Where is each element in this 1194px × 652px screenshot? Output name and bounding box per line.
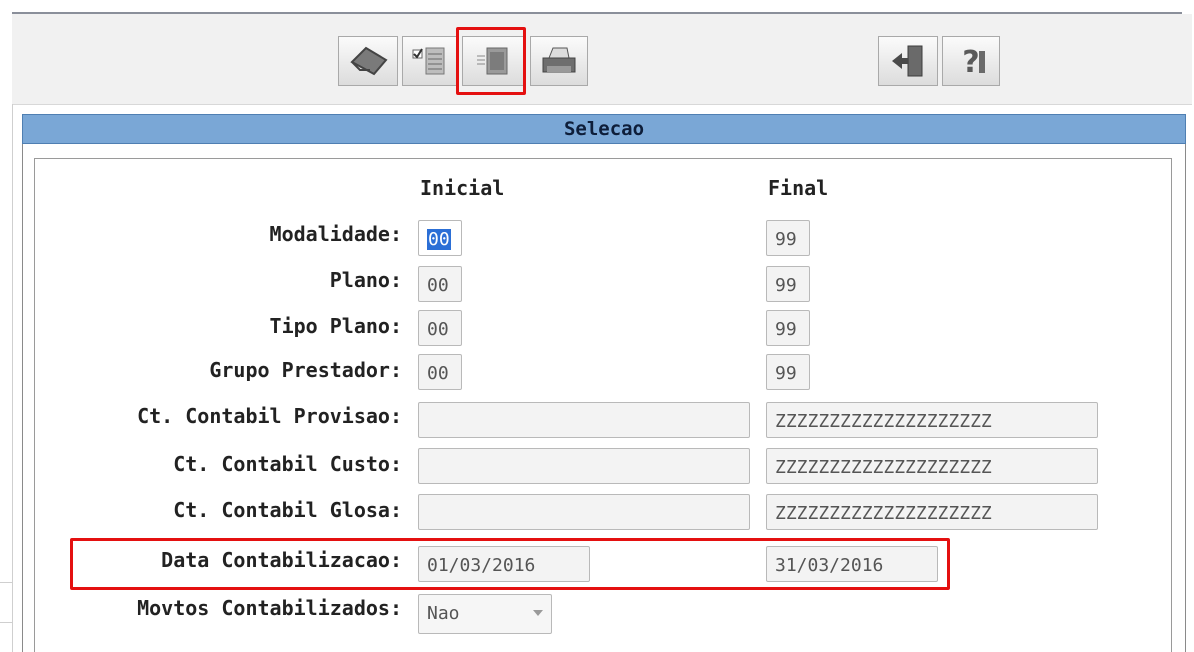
movtos-contabilizados-select[interactable]: Nao [418, 594, 552, 634]
chevron-down-icon [533, 610, 543, 616]
plano-final-input[interactable]: 99 [766, 266, 810, 302]
label-plano: Plano: [329, 268, 402, 292]
label-tipo-plano: Tipo Plano: [269, 314, 402, 338]
modalidade-initial-value: 00 [427, 229, 451, 250]
label-grupo-prestador: Grupo Prestador: [209, 358, 402, 382]
date-row-highlight-box [70, 538, 950, 590]
ct-contabil-custo-initial-input[interactable] [418, 448, 750, 484]
help-question-icon: ? [962, 45, 985, 79]
plano-initial-input[interactable]: 00 [418, 266, 462, 302]
ct-contabil-provisao-final-input[interactable]: ZZZZZZZZZZZZZZZZZZZZ [766, 402, 1098, 438]
print-button[interactable] [530, 36, 588, 86]
label-ct-contabil-custo: Ct. Contabil Custo: [173, 452, 402, 476]
label-ct-contabil-glosa: Ct. Contabil Glosa: [173, 498, 402, 522]
eraser-icon [350, 46, 388, 76]
window-top-line [0, 0, 1194, 14]
svg-text:?: ? [962, 45, 979, 79]
modalidade-initial-input[interactable]: 00 [418, 220, 462, 256]
clear-button[interactable] [338, 36, 398, 86]
exit-door-icon [892, 45, 923, 77]
modalidade-final-input[interactable]: 99 [766, 220, 810, 256]
column-header-initial: Inicial [420, 176, 505, 200]
label-modalidade: Modalidade: [269, 222, 402, 246]
column-header-final: Final [768, 176, 829, 200]
toolbar [12, 14, 1192, 105]
ct-contabil-provisao-initial-input[interactable] [418, 402, 750, 438]
label-ct-contabil-provisao: Ct. Contabil Provisao: [137, 404, 402, 428]
ct-contabil-custo-final-input[interactable]: ZZZZZZZZZZZZZZZZZZZZ [766, 448, 1098, 484]
toolbar-highlight-box [456, 27, 526, 95]
exit-button[interactable] [878, 36, 938, 86]
print-icon [542, 47, 576, 73]
movtos-contabilizados-value: Nao [427, 603, 460, 624]
panel-title: Selecao [22, 114, 1186, 144]
grupo-prestador-initial-input[interactable]: 00 [418, 354, 462, 390]
ct-contabil-glosa-initial-input[interactable] [418, 494, 750, 530]
window-left-divider [0, 622, 12, 623]
grupo-prestador-final-input[interactable]: 99 [766, 354, 810, 390]
window-left-border [12, 104, 13, 652]
ct-contabil-glosa-final-input[interactable]: ZZZZZZZZZZZZZZZZZZZZ [766, 494, 1098, 530]
checklist-button[interactable] [402, 36, 458, 86]
help-button[interactable]: ? [942, 36, 1000, 86]
tipo-plano-final-input[interactable]: 99 [766, 310, 810, 346]
checklist-icon [412, 47, 445, 75]
window-left-divider [0, 582, 12, 583]
label-movtos-contabilizados: Movtos Contabilizados: [137, 596, 402, 620]
tipo-plano-initial-input[interactable]: 00 [418, 310, 462, 346]
